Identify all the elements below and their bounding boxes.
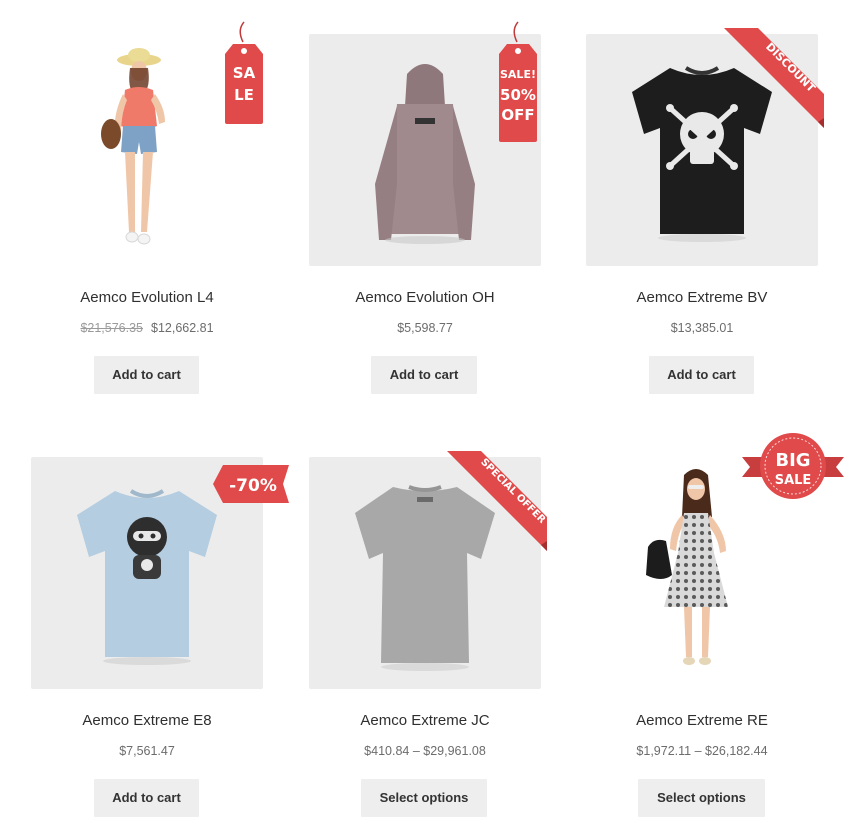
select-options-button[interactable]: Select options: [361, 779, 487, 817]
badge-text: OFF: [501, 106, 534, 124]
corner-ribbon-badge-icon: DISCOUNT: [724, 28, 824, 128]
product-image[interactable]: SALE! 50% OFF: [309, 21, 541, 266]
product-image[interactable]: DISCOUNT: [586, 28, 824, 266]
product-price: $410.84 – $29,961.08: [364, 744, 486, 758]
product-title[interactable]: Aemco Evolution OH: [309, 289, 541, 306]
product-title[interactable]: Aemco Extreme BV: [586, 289, 818, 306]
badge-text: LE: [234, 86, 254, 104]
badge-text: BIG: [775, 450, 810, 471]
product-price: $1,972.11 – $26,182.44: [636, 744, 768, 758]
badge-text: -70%: [229, 476, 277, 496]
ribbon-tag-badge-icon: -70%: [213, 465, 289, 503]
add-to-cart-button[interactable]: Add to cart: [94, 779, 199, 817]
corner-ribbon-badge-icon: SPECIAL OFFER: [447, 451, 548, 551]
badge-text: 50%: [500, 86, 536, 104]
old-price: $21,576.35: [80, 321, 143, 335]
add-to-cart-button[interactable]: Add to cart: [94, 356, 199, 394]
product-title[interactable]: Aemco Evolution L4: [31, 289, 263, 306]
circle-badge-icon: BIG SALE: [742, 433, 844, 499]
product-title[interactable]: Aemco Extreme E8: [31, 712, 263, 729]
product-image[interactable]: SPECIAL OFFER: [309, 451, 548, 689]
product-image[interactable]: BIG SALE: [586, 433, 844, 689]
add-to-cart-button[interactable]: Add to cart: [371, 356, 477, 394]
product-price: $7,561.47: [119, 744, 175, 758]
product-price: $5,598.77: [397, 321, 453, 335]
badge-text: SA: [233, 64, 256, 82]
add-to-cart-button[interactable]: Add to cart: [649, 356, 754, 394]
product-price: $21,576.35 $12,662.81: [31, 321, 263, 335]
product-image[interactable]: -70%: [31, 457, 289, 689]
product-title[interactable]: Aemco Extreme RE: [586, 712, 818, 729]
hang-tag-badge-icon: SA LE: [225, 21, 263, 124]
badge-text: SALE: [775, 473, 812, 488]
badge-text: SALE!: [500, 68, 536, 81]
sale-price: $12,662.81: [151, 321, 214, 335]
hang-tag-badge-icon: SALE! 50% OFF: [499, 21, 537, 142]
product-image[interactable]: SA LE: [31, 21, 263, 266]
product-price: $13,385.01: [670, 321, 734, 335]
select-options-button[interactable]: Select options: [638, 779, 765, 817]
product-title[interactable]: Aemco Extreme JC: [309, 712, 541, 729]
